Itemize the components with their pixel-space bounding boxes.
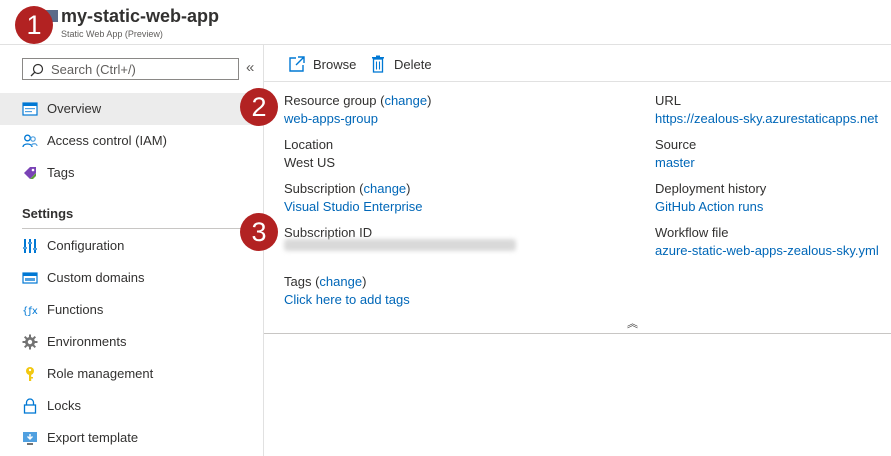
configuration-icon [23, 239, 37, 253]
subscription-label: Subscription (change) [284, 181, 411, 196]
subscription-change-link[interactable]: change [364, 181, 407, 196]
browse-button[interactable]: Browse [288, 55, 358, 75]
sidebar-section-settings: Settings [22, 206, 74, 221]
sidebar-item-access-control[interactable]: Access control (IAM) [0, 125, 264, 157]
sidebar-item-label: Access control (IAM) [47, 133, 167, 148]
source-label: Source [655, 137, 697, 152]
delete-button[interactable]: Delete [370, 55, 440, 75]
search-icon [30, 63, 44, 77]
workflow-file-label: Workflow file [655, 225, 729, 240]
subscription-id-label: Subscription ID [284, 225, 373, 240]
deployment-history-label: Deployment history [655, 181, 767, 196]
search-placeholder: Search (Ctrl+/) [51, 62, 136, 77]
collapse-sidebar-button[interactable]: « [246, 59, 254, 76]
callout-badge-1: 1 [15, 6, 53, 44]
subscription-id-value-redacted [284, 239, 516, 251]
key-icon [26, 367, 34, 381]
tag-icon [24, 167, 36, 179]
deployment-history-value[interactable]: GitHub Action runs [655, 199, 763, 214]
page-subtitle: Static Web App (Preview) [61, 29, 163, 39]
browse-label: Browse [313, 57, 357, 72]
callout-badge-3: 3 [240, 213, 278, 251]
page-title: my-static-web-app [61, 6, 220, 26]
callout-badge-2: 2 [240, 88, 278, 126]
tags-label-text: Tags [284, 274, 312, 289]
source-value[interactable]: master [655, 155, 695, 170]
resource-group-label-text: Resource group [284, 93, 377, 108]
delete-label: Delete [394, 57, 432, 72]
workflow-file-value[interactable]: azure-static-web-apps-zealous-sky.yml [655, 243, 879, 258]
add-tags-link[interactable]: Click here to add tags [284, 292, 410, 307]
export-template-icon [23, 432, 37, 445]
sidebar-item-tags[interactable]: Tags [0, 157, 264, 189]
sidebar-item-configuration[interactable]: Configuration [0, 230, 264, 262]
svg-text:{ƒx}: {ƒx} [22, 306, 38, 317]
sidebar-item-label: Export template [47, 430, 139, 445]
sidebar-item-label: Functions [47, 302, 104, 317]
external-link-icon [289, 56, 305, 72]
trash-icon [372, 55, 384, 73]
location-label: Location [284, 137, 334, 152]
sidebar-item-label: Locks [47, 398, 81, 413]
resource-group-value[interactable]: web-apps-group [284, 111, 378, 126]
sidebar-item-label: Overview [47, 101, 102, 116]
subscription-label-text: Subscription [284, 181, 356, 196]
subscription-value[interactable]: Visual Studio Enterprise [284, 199, 423, 214]
url-value[interactable]: https://zealous-sky.azurestaticapps.net [655, 111, 878, 126]
lock-icon [23, 398, 37, 414]
sidebar-item-environments[interactable]: Environments [0, 326, 264, 358]
sidebar-item-functions[interactable]: {ƒx} Functions [0, 294, 264, 326]
iam-icon [22, 134, 38, 148]
sidebar-item-overview[interactable]: Overview [0, 93, 264, 125]
sidebar-item-label: Configuration [47, 238, 125, 253]
essentials-panel: Resource group (change) web-apps-group L… [264, 82, 891, 334]
gear-icon [22, 334, 38, 350]
section-divider [22, 228, 264, 229]
sidebar-item-label: Role management [47, 366, 154, 381]
sidebar-item-export-template[interactable]: Export template [0, 422, 264, 454]
command-bar: Browse Delete [264, 45, 891, 82]
url-label: URL [655, 93, 682, 108]
blade-header: my-static-web-app Static Web App (Previe… [0, 0, 891, 45]
search-input[interactable]: Search (Ctrl+/) [22, 58, 239, 80]
collapse-essentials-button[interactable]: ︽ [627, 315, 638, 331]
sidebar-item-label: Custom domains [47, 270, 145, 285]
functions-icon: {ƒx} [22, 306, 38, 317]
sidebar-item-label: Environments [47, 334, 127, 349]
sidebar-item-custom-domains[interactable]: Custom domains [0, 262, 264, 294]
location-value: West US [284, 155, 336, 170]
custom-domains-icon [22, 272, 38, 284]
resource-group-label: Resource group (change) [284, 93, 432, 108]
sidebar: Search (Ctrl+/) « Overview Access contro… [0, 45, 264, 456]
tags-label: Tags (change) [284, 274, 367, 289]
overview-icon [22, 102, 38, 116]
tags-change-link[interactable]: change [319, 274, 362, 289]
sidebar-item-locks[interactable]: Locks [0, 390, 264, 422]
resource-group-change-link[interactable]: change [384, 93, 427, 108]
sidebar-item-label: Tags [47, 165, 75, 180]
sidebar-item-role-management[interactable]: Role management [0, 358, 264, 390]
